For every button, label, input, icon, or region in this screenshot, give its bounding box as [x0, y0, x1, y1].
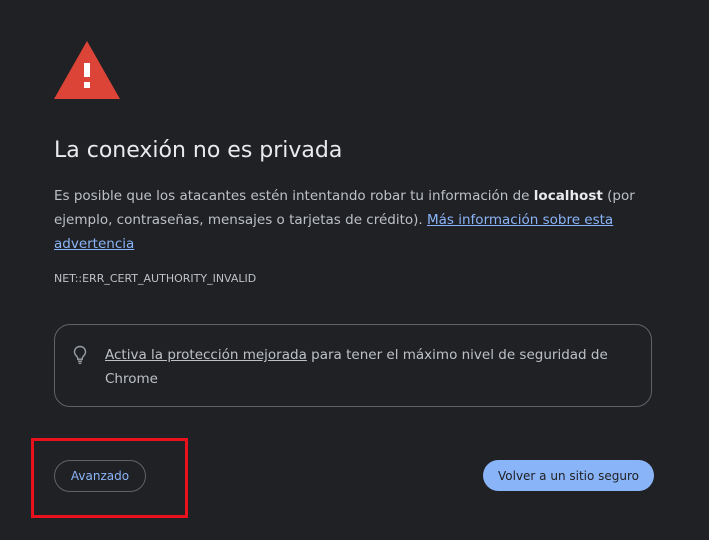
explanation-text-before: Es posible que los atacantes estén inten…	[54, 188, 534, 204]
enhanced-protection-link[interactable]: Activa la protección mejorada	[105, 347, 307, 363]
warning-triangle-icon	[54, 41, 120, 99]
lightbulb-icon	[73, 345, 87, 364]
error-explanation: Es posible que los atacantes estén inten…	[54, 184, 644, 256]
enhanced-protection-box: Activa la protección mejorada para tener…	[54, 324, 652, 407]
back-to-safety-button[interactable]: Volver a un sitio seguro	[483, 460, 654, 491]
host-name: localhost	[533, 188, 603, 204]
interstitial-page: La conexión no es privada Es posible que…	[0, 0, 709, 540]
advanced-button[interactable]: Avanzado	[54, 460, 146, 492]
page-title: La conexión no es privada	[54, 138, 343, 163]
enhanced-protection-text: Activa la protección mejorada para tener…	[105, 343, 625, 391]
error-code: NET::ERR_CERT_AUTHORITY_INVALID	[54, 272, 257, 285]
